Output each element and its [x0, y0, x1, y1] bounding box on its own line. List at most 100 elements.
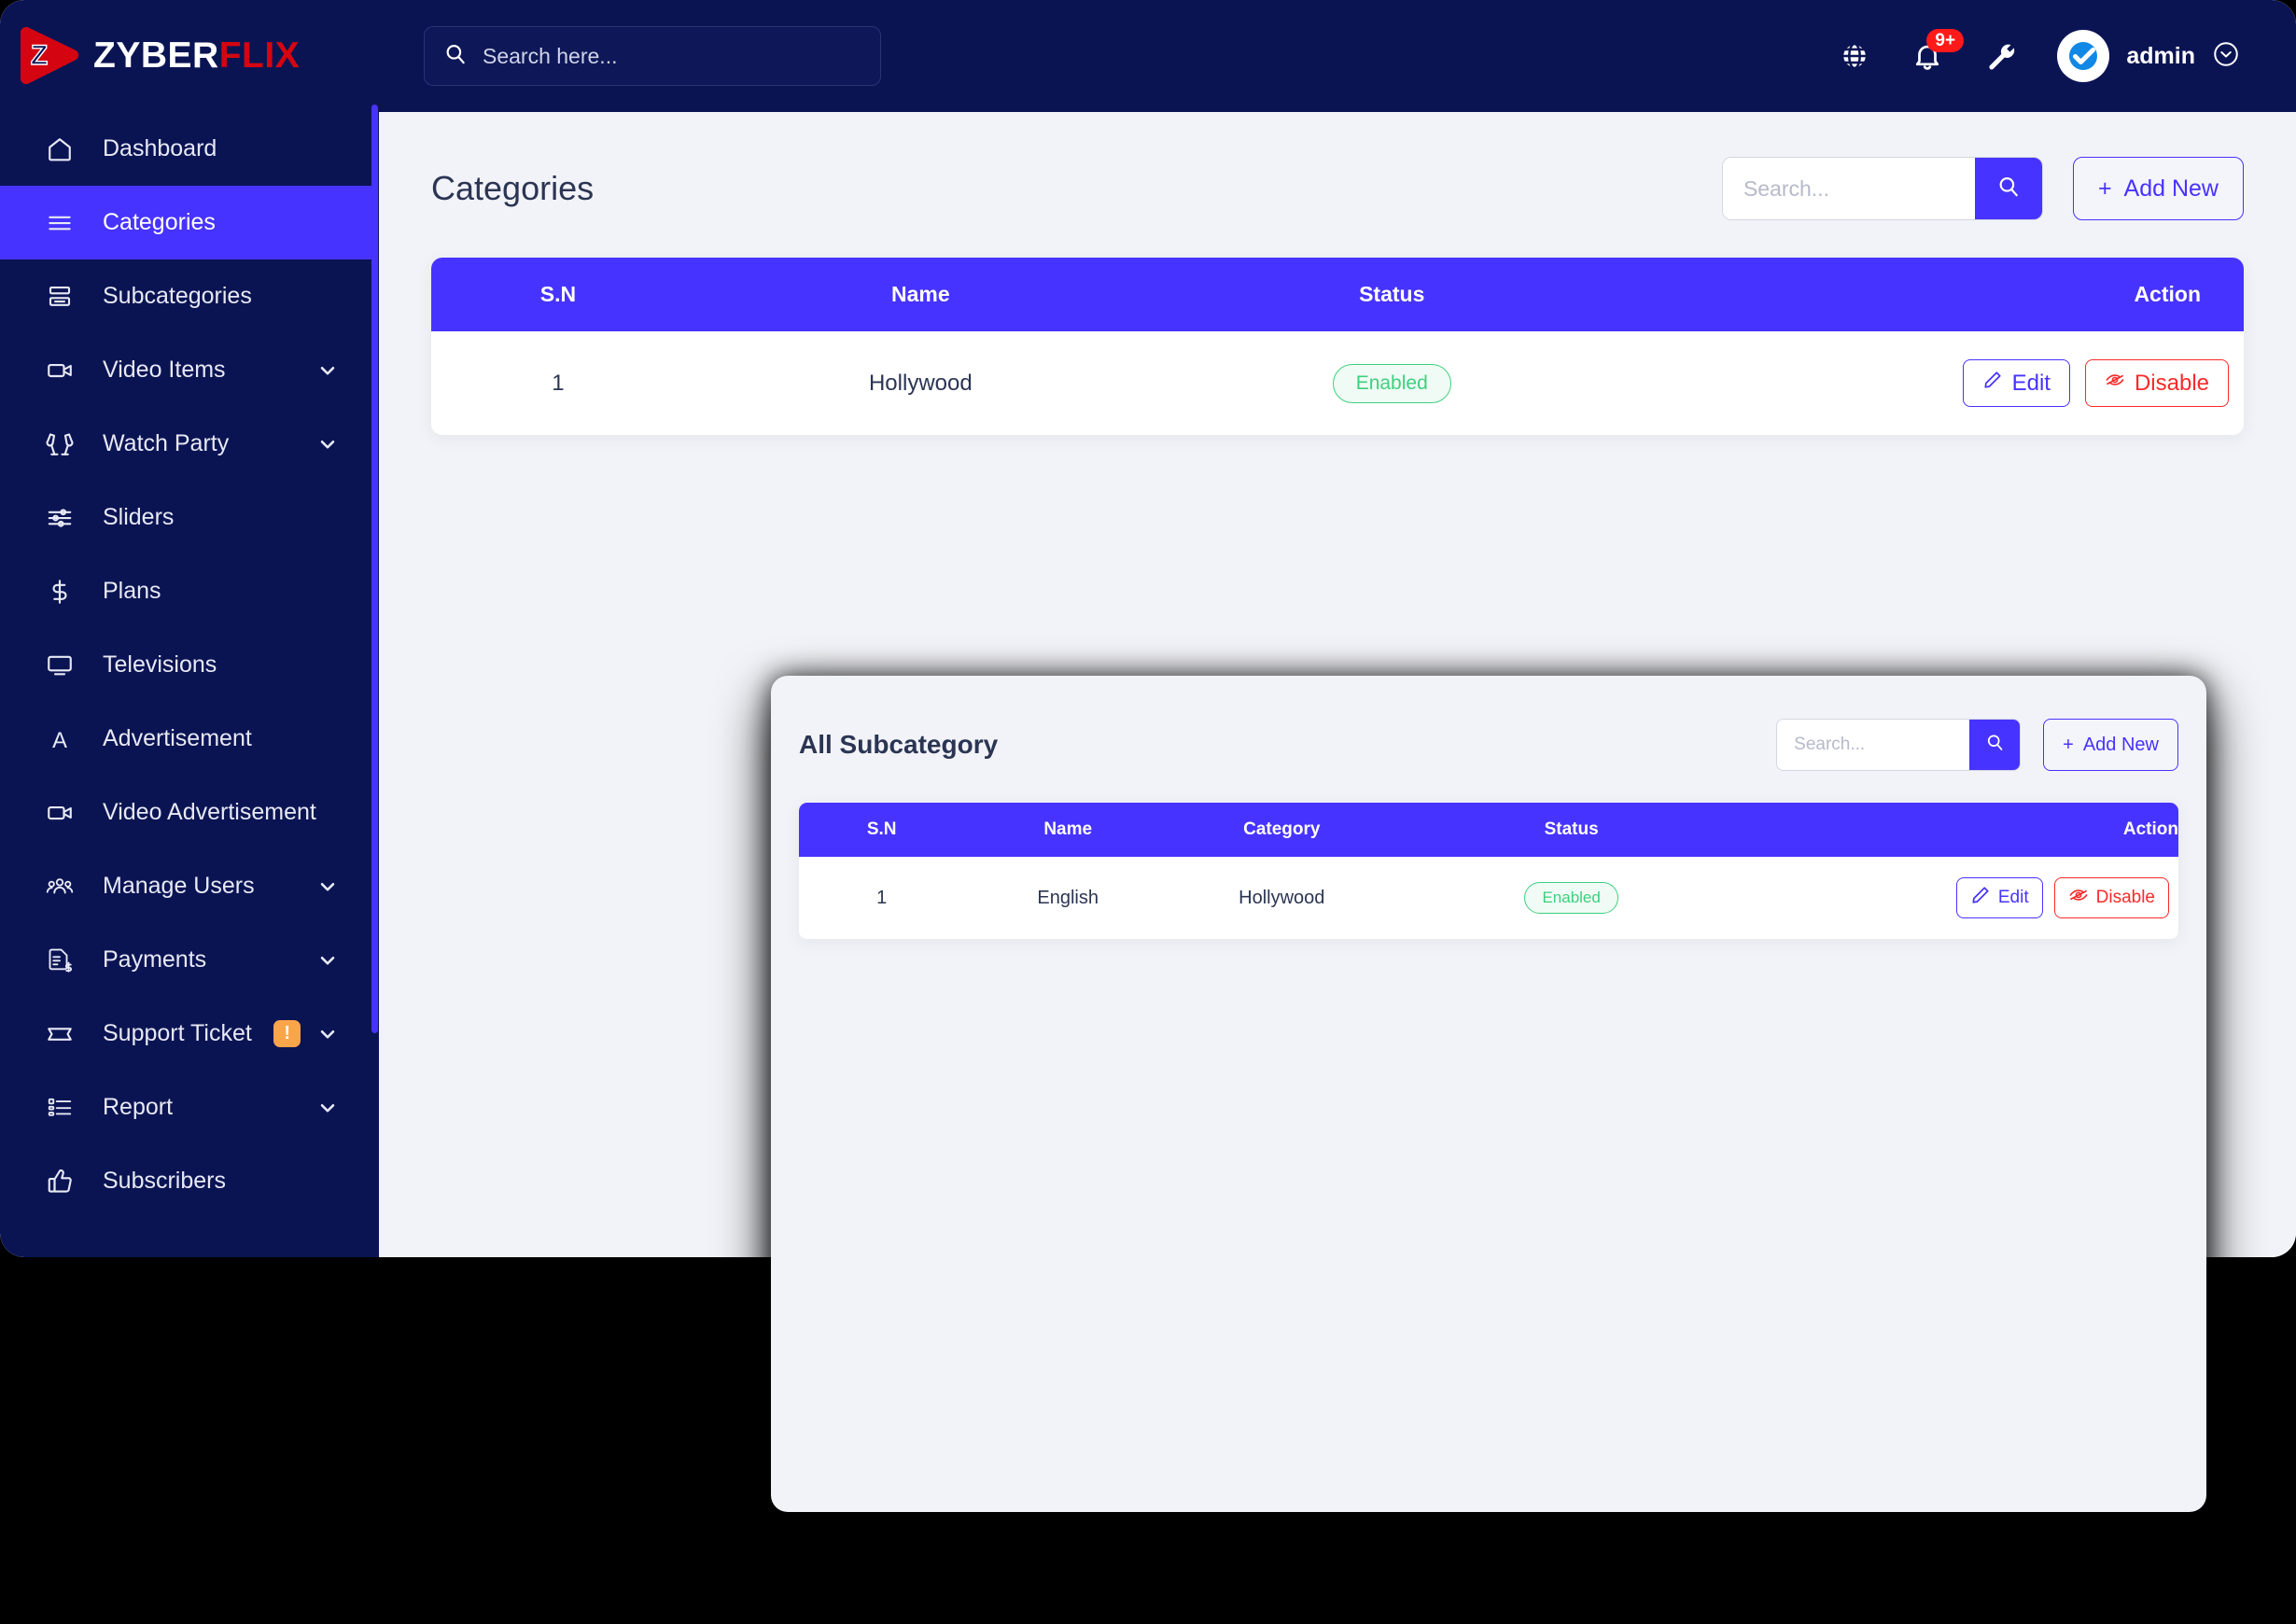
cell-action: Edit Disable — [1627, 331, 2244, 435]
disable-label: Disable — [2134, 370, 2209, 396]
categories-header-tools: + Add New — [1721, 157, 2244, 220]
sidebar-item-plans[interactable]: Plans — [0, 554, 379, 628]
brand-name-secondary: FLIX — [218, 35, 301, 76]
sidebar-item-watch-party[interactable]: Watch Party — [0, 407, 379, 481]
page-title: Categories — [431, 169, 595, 207]
sidebar-item-label: Advertisement — [103, 725, 252, 751]
subcategory-search-button[interactable] — [1969, 720, 2021, 770]
chevron-down-icon[interactable] — [314, 358, 342, 383]
chevron-down-icon[interactable] — [314, 1022, 342, 1046]
bell-icon[interactable]: 9+ — [1911, 29, 1965, 72]
global-search-input[interactable] — [483, 43, 861, 69]
search-icon — [1985, 733, 2005, 757]
sidebar-item-televisions[interactable]: Televisions — [0, 628, 379, 702]
sidebar-item-label: Report — [103, 1094, 174, 1120]
subcategory-table-head: S.N Name Category Status Action — [799, 803, 2178, 857]
plus-icon: + — [2097, 175, 2112, 202]
disable-button[interactable]: Disable — [2053, 877, 2169, 918]
sidebar-item-subscribers[interactable]: Subscribers — [0, 1144, 379, 1218]
cell-category: Hollywood — [1171, 857, 1393, 939]
sidebar-scrollbar-track[interactable] — [371, 0, 379, 1257]
table-row: 1 Hollywood Enabled Edit Disable — [431, 331, 2244, 435]
sidebar-item-label: Sliders — [103, 504, 175, 530]
table-row: 1 English Hollywood Enabled Edit Disable — [799, 857, 2178, 939]
sidebar-item-categories[interactable]: Categories — [0, 186, 379, 259]
chevron-down-icon[interactable] — [314, 875, 342, 899]
sidebar-item-video-items[interactable]: Video Items — [0, 333, 379, 407]
categories-search-group[interactable] — [1721, 157, 2043, 220]
cheers-icon — [41, 430, 78, 458]
invoice-icon — [41, 946, 78, 974]
chevron-down-icon[interactable] — [314, 432, 342, 456]
sidebar-item-label: Watch Party — [103, 430, 230, 456]
user-name-label: admin — [2126, 42, 2195, 69]
edit-button[interactable]: Edit — [1962, 359, 2070, 407]
cell-sn: 1 — [431, 331, 685, 435]
col-header-status: Status — [1544, 819, 1599, 839]
subcategory-table-card: S.N Name Category Status Action 1 English… — [799, 803, 2178, 939]
video-camera-icon — [41, 357, 78, 385]
sidebar-item-advertisement[interactable]: A Advertisement — [0, 702, 379, 776]
chevron-down-circle-icon[interactable] — [2212, 40, 2240, 73]
search-icon — [443, 42, 468, 71]
sidebar: Z ZYBERFLIX Dashboard Categories Subcatego… — [0, 0, 379, 1257]
wrench-icon[interactable] — [1984, 40, 2016, 72]
pencil-icon — [1970, 885, 1991, 911]
sidebar-scrollbar-thumb[interactable] — [371, 105, 378, 1033]
add-new-label: Add New — [2123, 175, 2219, 202]
cell-status: Enabled — [1155, 331, 1628, 435]
topbar: 9+ admin — [379, 0, 2296, 112]
subcategory-search-group[interactable] — [1776, 719, 2022, 771]
cell-status: Enabled — [1392, 857, 1751, 939]
add-new-label: Add New — [2082, 734, 2159, 755]
cell-action: Edit Disable — [1750, 857, 2178, 939]
thumbs-up-icon — [41, 1168, 78, 1196]
letter-a-icon: A — [41, 725, 78, 753]
subcategory-header-tools: + Add New — [1776, 719, 2178, 771]
layers-icon — [41, 283, 78, 311]
sidebar-item-sliders[interactable]: Sliders — [0, 481, 379, 554]
col-header-name: Name — [1043, 819, 1093, 839]
sidebar-item-support-ticket[interactable]: Support Ticket! — [0, 997, 379, 1071]
user-menu[interactable]: admin — [2057, 30, 2240, 82]
sidebar-item-report[interactable]: Report — [0, 1071, 379, 1144]
sidebar-nav: Dashboard Categories Subcategories Video It… — [0, 112, 379, 1237]
col-header-sn: S.N — [539, 282, 577, 306]
sidebar-item-payments[interactable]: Payments — [0, 923, 379, 997]
categories-add-new-button[interactable]: + Add New — [2072, 157, 2244, 220]
cell-name: Hollywood — [684, 331, 1156, 435]
globe-icon[interactable] — [1839, 40, 1870, 72]
col-header-name: Name — [891, 282, 950, 306]
chevron-down-icon[interactable] — [314, 948, 342, 973]
col-header-status: Status — [1359, 282, 1425, 306]
subcategory-search-input[interactable] — [1777, 720, 1970, 770]
sidebar-item-label: Video Items — [103, 357, 226, 383]
categories-search-input[interactable] — [1722, 158, 1975, 219]
play-triangle-logo-icon: Z — [15, 21, 84, 91]
categories-table-head: S.N Name Status Action — [431, 258, 2244, 331]
col-header-action: Action — [2122, 819, 2178, 839]
categories-search-button[interactable] — [1974, 158, 2042, 219]
sidebar-item-label: Plans — [103, 578, 161, 604]
all-subcategory-panel: All Subcategory + Add New — [771, 676, 2206, 1512]
sidebar-item-dashboard[interactable]: Dashboard — [0, 112, 379, 186]
chevron-down-icon[interactable] — [314, 1096, 342, 1120]
plus-icon: + — [2063, 734, 2074, 755]
sidebar-item-label: Support Ticket — [103, 1020, 252, 1046]
status-badge: Enabled — [1524, 882, 1618, 914]
col-header-sn: S.N — [866, 819, 897, 839]
ticket-icon — [41, 1020, 78, 1048]
search-icon — [1996, 175, 2021, 203]
brand-logo-block[interactable]: Z ZYBERFLIX — [0, 0, 379, 112]
col-header-category: Category — [1243, 819, 1321, 839]
disable-button[interactable]: Disable — [2084, 359, 2229, 407]
sidebar-item-label: Video Advertisement — [103, 799, 316, 825]
global-search-box[interactable] — [424, 26, 881, 86]
sidebar-item-video-advertisement[interactable]: Video Advertisement — [0, 776, 379, 849]
sidebar-item-manage-users[interactable]: Manage Users — [0, 849, 379, 923]
brand-wordmark: ZYBERFLIX — [93, 35, 300, 77]
subcategory-add-new-button[interactable]: + Add New — [2043, 719, 2178, 771]
sidebar-item-subcategories[interactable]: Subcategories — [0, 259, 379, 333]
svg-text:A: A — [52, 727, 67, 752]
edit-button[interactable]: Edit — [1955, 877, 2043, 918]
